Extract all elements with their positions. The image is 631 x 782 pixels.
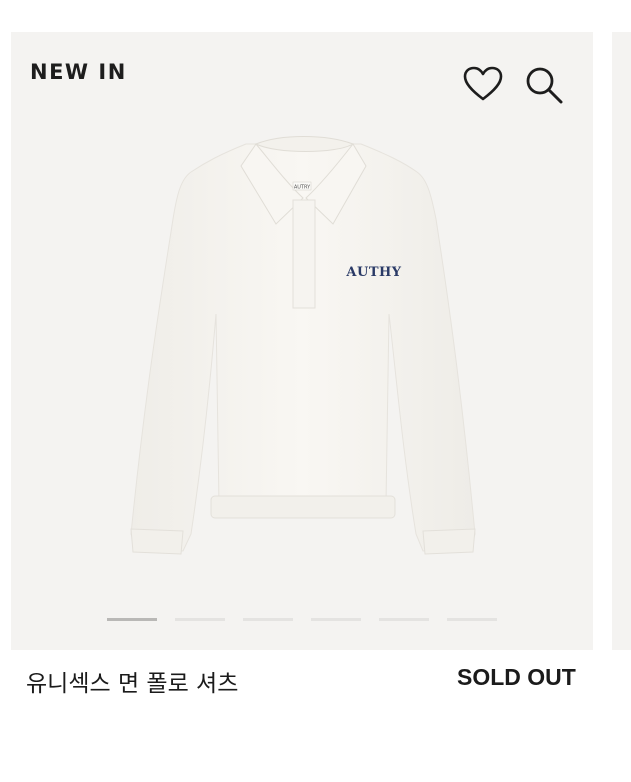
sold-out-status: SOLD OUT — [457, 664, 576, 690]
placket — [292, 199, 316, 309]
carousel-dot-6[interactable] — [447, 618, 497, 621]
carousel-dot-4[interactable] — [311, 618, 361, 621]
carousel-dot-5[interactable] — [379, 618, 429, 621]
heart-icon — [463, 66, 503, 101]
product-image[interactable]: AUTRY AUTHY — [111, 124, 501, 594]
new-in-badge: NEW IN — [30, 60, 127, 84]
product-card[interactable]: NEW IN AUTRY AUTHY — [11, 32, 593, 650]
carousel-dot-1[interactable] — [107, 618, 157, 621]
product-title[interactable]: 유니섹스 면 폴로 셔츠 — [26, 664, 238, 698]
next-product-card-edge[interactable] — [612, 32, 631, 650]
wishlist-button[interactable] — [463, 66, 503, 102]
collar-label: AUTRY — [294, 185, 311, 191]
chest-logo: AUTHY — [345, 265, 401, 280]
search-icon — [526, 67, 563, 104]
left-cuff — [130, 528, 184, 555]
right-cuff — [422, 528, 476, 555]
search-button[interactable] — [524, 66, 564, 104]
image-carousel-indicator — [107, 618, 507, 622]
carousel-dot-2[interactable] — [175, 618, 225, 621]
hem-band — [210, 495, 396, 519]
carousel-dot-3[interactable] — [243, 618, 293, 621]
